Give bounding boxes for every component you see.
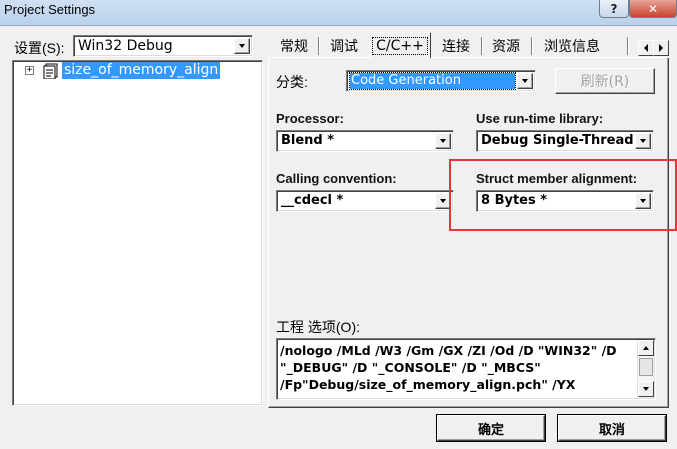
options-label: 工程 选项(O):	[276, 319, 360, 335]
options-line: /Fp"Debug/size_of_memory_align.pch" /YX	[280, 377, 576, 392]
tab-link[interactable]: 连接	[434, 34, 478, 57]
help-button[interactable]: ?	[599, 0, 629, 18]
struct-align-label: Struct member alignment:	[476, 171, 638, 186]
tab-scroll-right-icon[interactable]	[653, 40, 669, 56]
tab-browse-info[interactable]: 浏览信息	[535, 34, 609, 57]
tab-cpp[interactable]: C/C++	[369, 32, 431, 58]
calling-label: Calling convention:	[276, 171, 397, 186]
scroll-down-icon[interactable]	[638, 381, 654, 397]
tree-item-project[interactable]: size_of_memory_align	[62, 62, 221, 79]
scroll-up-icon[interactable]	[638, 340, 654, 356]
runtime-label: Use run-time library:	[476, 111, 604, 126]
dialog-body: 设置(S): Win32 Debug + size_of_memory_alig…	[0, 26, 677, 449]
tab-separator	[531, 37, 532, 55]
dropdown-arrow-icon[interactable]	[635, 133, 651, 149]
tab-resources[interactable]: 资源	[484, 34, 528, 57]
ok-button[interactable]: 确定	[437, 415, 545, 441]
tab-general[interactable]: 常规	[272, 34, 316, 57]
category-label: 分类:	[276, 74, 308, 90]
reset-button[interactable]: 刷新(R)	[555, 68, 655, 94]
dropdown-arrow-icon[interactable]	[234, 38, 250, 54]
tab-scroll-left-icon[interactable]	[638, 40, 654, 56]
runtime-value: Debug Single-Threaded	[481, 133, 633, 148]
tab-debug[interactable]: 调试	[322, 34, 366, 57]
dropdown-arrow-icon[interactable]	[435, 133, 451, 149]
tab-separator	[318, 37, 319, 55]
options-line: "_DEBUG" /D "_CONSOLE" /D "_MBCS"	[280, 360, 541, 375]
settings-label: 设置(S):	[14, 40, 65, 56]
dropdown-arrow-icon[interactable]	[635, 193, 651, 209]
struct-align-combo[interactable]: 8 Bytes *	[476, 190, 654, 212]
close-button[interactable]: ✕	[629, 0, 677, 18]
tab-separator	[627, 37, 628, 55]
settings-value: Win32 Debug	[78, 38, 173, 54]
dropdown-arrow-icon[interactable]	[517, 73, 533, 89]
runtime-combo[interactable]: Debug Single-Threaded	[476, 130, 654, 152]
scroll-thumb[interactable]	[639, 358, 653, 376]
options-text: /nologo /MLd /W3 /Gm /GX /ZI /Od /D "WIN…	[280, 342, 630, 393]
processor-value: Blend *	[281, 133, 335, 148]
window-title: Project Settings	[4, 2, 96, 17]
calling-value: __cdecl *	[281, 193, 344, 208]
tab-separator	[481, 37, 482, 55]
category-value: Code Generation	[349, 72, 516, 90]
struct-align-value: 8 Bytes *	[481, 193, 548, 208]
tree-expand-icon[interactable]: +	[25, 66, 34, 75]
cancel-button[interactable]: 取消	[558, 415, 666, 441]
category-combo[interactable]: Code Generation	[346, 70, 536, 92]
calling-combo[interactable]: __cdecl *	[276, 190, 454, 212]
title-bar[interactable]: Project Settings ? ✕	[0, 0, 677, 26]
tab-cpp-label: C/C++	[372, 36, 428, 55]
settings-combo[interactable]: Win32 Debug	[73, 35, 253, 57]
options-textarea[interactable]: /nologo /MLd /W3 /Gm /GX /ZI /Od /D "WIN…	[276, 338, 656, 400]
processor-combo[interactable]: Blend *	[276, 130, 454, 152]
project-icon	[43, 63, 58, 79]
processor-label: Processor:	[276, 111, 344, 126]
project-tree[interactable]: + size_of_memory_align	[12, 60, 263, 406]
options-line: /nologo /MLd /W3 /Gm /GX /ZI /Od /D "WIN…	[280, 343, 617, 358]
options-scrollbar[interactable]	[637, 340, 654, 398]
